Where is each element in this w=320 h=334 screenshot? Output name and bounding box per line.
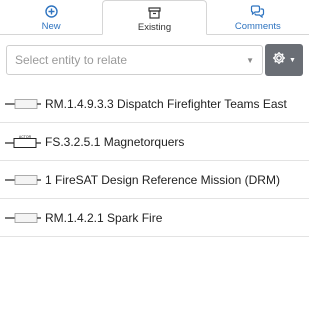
comments-icon — [250, 5, 265, 18]
entity-select-placeholder: Select entity to relate — [15, 53, 128, 67]
list-item[interactable]: RM.1.4.2.1 Spark Fire — [0, 199, 309, 237]
gear-icon — [272, 51, 286, 70]
block-connector-icon — [5, 211, 41, 225]
list-item-label: RM.1.4.2.1 Spark Fire — [45, 210, 163, 225]
tab-comments-label: Comments — [234, 21, 281, 32]
chevron-down-icon: ▼ — [246, 55, 254, 65]
block-connector-icon — [5, 97, 41, 111]
list-item[interactable]: 1 FireSAT Design Reference Mission (DRM) — [0, 161, 309, 199]
block-connector-icon — [5, 173, 41, 187]
list-item-label: RM.1.4.9.3.3 Dispatch Firefighter Teams … — [45, 96, 287, 111]
related-entity-list: RM.1.4.9.3.3 Dispatch Firefighter Teams … — [0, 85, 309, 237]
tab-existing[interactable]: Existing — [102, 0, 207, 35]
actor-block-icon: ACTOR — [5, 135, 41, 149]
plus-circle-icon — [44, 5, 58, 18]
tab-new[interactable]: New — [0, 0, 102, 34]
archive-box-icon — [148, 6, 161, 19]
settings-caret-icon: ▼ — [289, 56, 296, 64]
list-item[interactable]: RM.1.4.9.3.3 Dispatch Firefighter Teams … — [0, 85, 309, 123]
settings-button[interactable]: ▼ — [265, 44, 303, 76]
tab-new-label: New — [41, 21, 61, 32]
actor-badge-text: ACTOR — [19, 135, 32, 139]
tab-bar: New Existing Comments — [0, 0, 309, 35]
relate-entity-row: Select entity to relate ▼ ▼ — [6, 44, 303, 77]
list-item-label: 1 FireSAT Design Reference Mission (DRM) — [45, 172, 280, 187]
entity-select[interactable]: Select entity to relate ▼ — [6, 45, 263, 75]
list-item[interactable]: ACTOR FS.3.2.5.1 Magnetorquers — [0, 123, 309, 161]
tab-comments[interactable]: Comments — [207, 0, 309, 34]
list-item-label: FS.3.2.5.1 Magnetorquers — [45, 134, 185, 149]
tab-existing-label: Existing — [137, 22, 172, 33]
